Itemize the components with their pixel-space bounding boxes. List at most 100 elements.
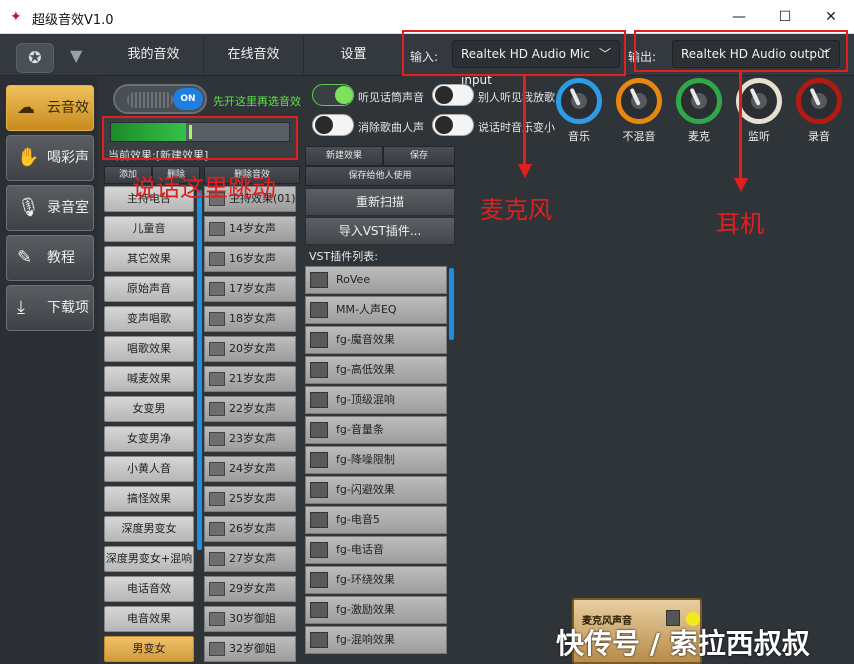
effect-list: 主持效果(01) 14岁女声 16岁女声 17岁女声 18岁女声 20岁女声 21岁女声 22… bbox=[204, 186, 298, 664]
effect-file-icon bbox=[209, 342, 225, 356]
category-item[interactable]: 原始声音 bbox=[104, 276, 194, 302]
plugin-icon bbox=[310, 332, 328, 348]
sidebar-item-downloads[interactable]: ⤓ 下载项 bbox=[6, 285, 94, 331]
plugin-icon bbox=[310, 422, 328, 438]
vst-scrollbar[interactable] bbox=[449, 268, 454, 340]
main-effect-switch[interactable]: ON bbox=[113, 84, 207, 114]
watermark: 快传号 / 索拉西叔叔 bbox=[556, 627, 810, 660]
vst-plugin-item[interactable]: fg-闪避效果 bbox=[305, 476, 447, 504]
vst-plugin-item[interactable]: fg-顶级混响 bbox=[305, 386, 447, 414]
vst-plugin-item[interactable]: fg-混响效果 bbox=[305, 626, 447, 654]
vst-plugin-item[interactable]: fg-高低效果 bbox=[305, 356, 447, 384]
sidebar-item-cheers[interactable]: ✋ 喝彩声 bbox=[6, 135, 94, 181]
effect-item[interactable]: 14岁女声 bbox=[204, 216, 296, 242]
tab-my-effects[interactable]: 我的音效 bbox=[104, 36, 204, 74]
category-item[interactable]: 其它效果 bbox=[104, 246, 194, 272]
dropdown-triangle-icon[interactable]: ▼ bbox=[70, 46, 82, 65]
toggle-knob bbox=[435, 86, 453, 104]
vst-plugin-item[interactable]: RoVee bbox=[305, 266, 447, 294]
effect-item[interactable]: 23岁女声 bbox=[204, 426, 296, 452]
effect-item[interactable]: 18岁女声 bbox=[204, 306, 296, 332]
effect-item-label: 17岁女声 bbox=[229, 282, 276, 295]
sidebar-item-label: 云音效 bbox=[47, 100, 89, 116]
effect-file-icon bbox=[209, 642, 225, 656]
tab-online-effects[interactable]: 在线音效 bbox=[204, 36, 304, 74]
effect-item[interactable]: 22岁女声 bbox=[204, 396, 296, 422]
vst-plugin-label: fg-激励效果 bbox=[336, 603, 395, 616]
effect-item[interactable]: 21岁女声 bbox=[204, 366, 296, 392]
knob-mic[interactable]: 麦克 bbox=[672, 78, 726, 144]
save-button[interactable]: 保存 bbox=[383, 146, 455, 166]
category-item[interactable]: 女变男净 bbox=[104, 426, 194, 452]
effect-item[interactable]: 16岁女声 bbox=[204, 246, 296, 272]
effect-item[interactable]: 29岁女声 bbox=[204, 576, 296, 602]
save-for-others-button[interactable]: 保存给他人使用 bbox=[305, 166, 455, 186]
category-item[interactable]: 小黄人音 bbox=[104, 456, 194, 482]
effect-item[interactable]: 17岁女声 bbox=[204, 276, 296, 302]
toggle-others-hear-music[interactable] bbox=[432, 84, 474, 106]
knob-music[interactable]: 音乐 bbox=[552, 78, 606, 144]
category-item[interactable]: 深度男变女 bbox=[104, 516, 194, 542]
vst-plugin-label: RoVee bbox=[336, 273, 371, 286]
effect-item-label: 18岁女声 bbox=[229, 312, 276, 325]
vst-plugin-item[interactable]: fg-魔音效果 bbox=[305, 326, 447, 354]
effect-item[interactable]: 32岁御姐 bbox=[204, 636, 296, 662]
category-item[interactable]: 唱歌效果 bbox=[104, 336, 194, 362]
option-others-hear-music-label: 别人听见我放歌 bbox=[478, 91, 555, 104]
minimize-button[interactable]: — bbox=[716, 4, 762, 30]
effect-item-label: 22岁女声 bbox=[229, 402, 276, 415]
plugin-icon bbox=[310, 362, 328, 378]
annotation-arrowhead-mic bbox=[518, 164, 532, 178]
category-item[interactable]: 儿童音 bbox=[104, 216, 194, 242]
toggle-remove-vocals[interactable] bbox=[312, 114, 354, 136]
rescan-button[interactable]: 重新扫描 bbox=[305, 188, 455, 216]
effect-item-label: 26岁女声 bbox=[229, 522, 276, 535]
effect-file-icon bbox=[209, 402, 225, 416]
category-item[interactable]: 电话音效 bbox=[104, 576, 194, 602]
category-item[interactable]: 深度男变女+混响 bbox=[104, 546, 194, 572]
vst-plugin-item[interactable]: fg-电音5 bbox=[305, 506, 447, 534]
category-item[interactable]: 搞怪效果 bbox=[104, 486, 194, 512]
app-menu-button[interactable]: ✪ bbox=[16, 43, 54, 73]
effect-item-label: 21岁女声 bbox=[229, 372, 276, 385]
vst-plugin-label: fg-电话音 bbox=[336, 543, 384, 556]
effect-item[interactable]: 30岁御姐 bbox=[204, 606, 296, 632]
annotation-arrowhead-headphones bbox=[734, 178, 748, 192]
vst-plugin-item[interactable]: MM-人声EQ bbox=[305, 296, 447, 324]
sidebar-item-cloud-effects[interactable]: ☁ 云音效 bbox=[6, 85, 94, 131]
toggle-duck-music[interactable] bbox=[432, 114, 474, 136]
new-effect-button[interactable]: 新建效果 bbox=[305, 146, 383, 166]
effect-item[interactable]: 25岁女声 bbox=[204, 486, 296, 512]
effect-file-icon bbox=[209, 552, 225, 566]
effect-item[interactable]: 24岁女声 bbox=[204, 456, 296, 482]
effect-item-label: 32岁御姐 bbox=[229, 642, 276, 655]
sidebar-item-studio[interactable]: 🎙 录音室 bbox=[6, 185, 94, 231]
annotation-box-output bbox=[634, 30, 848, 72]
vst-plugin-item[interactable]: fg-电话音 bbox=[305, 536, 447, 564]
vst-plugin-item[interactable]: fg-环绕效果 bbox=[305, 566, 447, 594]
close-button[interactable]: ✕ bbox=[808, 4, 854, 30]
option-hear-mic-label: 听见话筒声音 bbox=[358, 91, 424, 104]
vst-list-title: VST插件列表: bbox=[309, 250, 378, 263]
category-scrollbar[interactable] bbox=[197, 190, 202, 550]
effect-file-icon bbox=[209, 312, 225, 326]
knob-record[interactable]: 录音 bbox=[792, 78, 846, 144]
vst-plugin-item[interactable]: fg-激励效果 bbox=[305, 596, 447, 624]
tab-settings[interactable]: 设置 bbox=[304, 36, 404, 74]
sidebar-item-tutorial[interactable]: ✎ 教程 bbox=[6, 235, 94, 281]
knob-no-mix[interactable]: 不混音 bbox=[612, 78, 666, 144]
effect-item[interactable]: 27岁女声 bbox=[204, 546, 296, 572]
category-item[interactable]: 变声唱歌 bbox=[104, 306, 194, 332]
category-item[interactable]: 电音效果 bbox=[104, 606, 194, 632]
category-item[interactable]: 女变男 bbox=[104, 396, 194, 422]
category-item[interactable]: 男变女 bbox=[104, 636, 194, 662]
vst-plugin-item[interactable]: fg-音量条 bbox=[305, 416, 447, 444]
maximize-button[interactable]: ☐ bbox=[762, 4, 808, 30]
toggle-hear-mic[interactable] bbox=[312, 84, 354, 106]
plugin-icon bbox=[310, 482, 328, 498]
import-vst-button[interactable]: 导入VST插件... bbox=[305, 217, 455, 245]
effect-item[interactable]: 26岁女声 bbox=[204, 516, 296, 542]
effect-item[interactable]: 20岁女声 bbox=[204, 336, 296, 362]
category-item[interactable]: 喊麦效果 bbox=[104, 366, 194, 392]
vst-plugin-item[interactable]: fg-降噪限制 bbox=[305, 446, 447, 474]
